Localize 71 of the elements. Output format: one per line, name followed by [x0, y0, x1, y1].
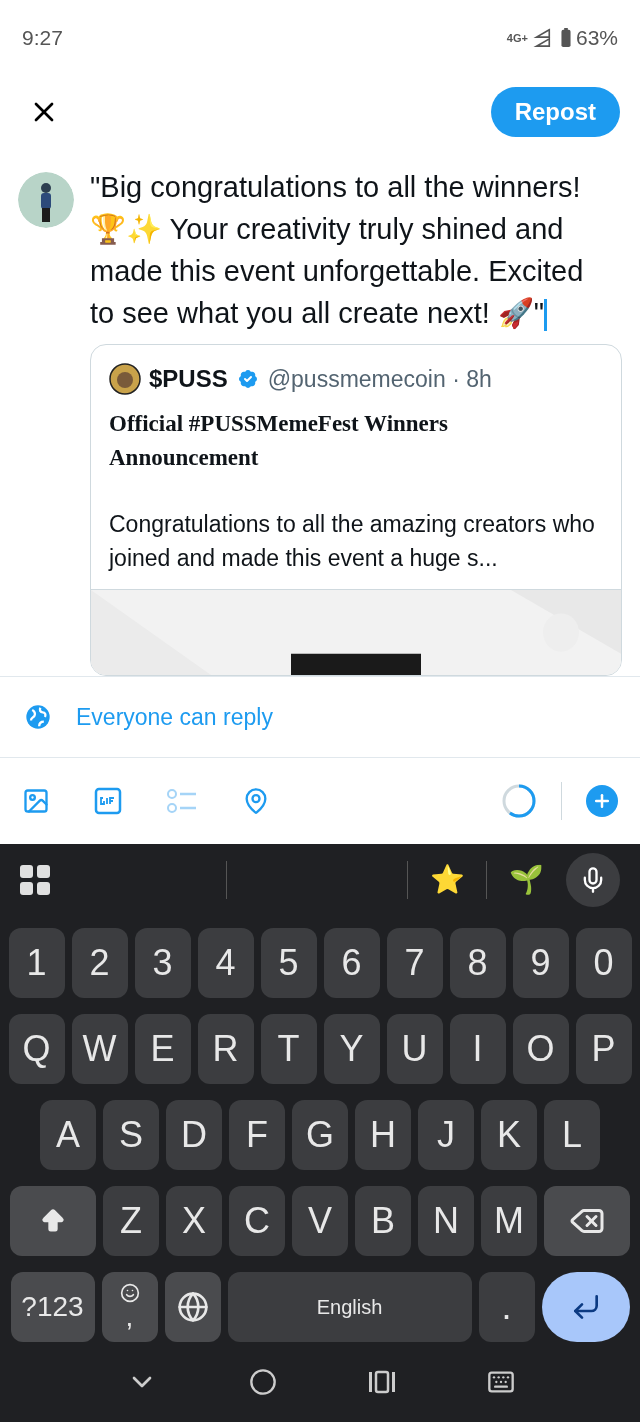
key[interactable]: K: [481, 1100, 537, 1170]
key[interactable]: H: [355, 1100, 411, 1170]
signal-icon: [531, 28, 552, 48]
key[interactable]: 3: [134, 928, 191, 998]
key[interactable]: 5: [260, 928, 317, 998]
key[interactable]: U: [386, 1014, 443, 1084]
key[interactable]: X: [166, 1186, 222, 1256]
user-avatar: [18, 172, 74, 228]
character-counter-icon: [501, 783, 537, 819]
battery-icon: [559, 28, 572, 48]
quoted-name: $PUSS: [149, 364, 228, 394]
key[interactable]: 6: [323, 928, 380, 998]
key[interactable]: A: [40, 1100, 96, 1170]
globe-icon: [176, 1291, 209, 1323]
battery-level: 63%: [575, 25, 618, 52]
key[interactable]: O: [512, 1014, 569, 1084]
language-key[interactable]: [164, 1272, 221, 1342]
key[interactable]: 7: [386, 928, 443, 998]
key[interactable]: 0: [575, 928, 632, 998]
network-type: 4G+: [506, 30, 528, 46]
shift-icon: [39, 1207, 67, 1235]
key[interactable]: Y: [323, 1014, 380, 1084]
quoted-post[interactable]: $PUSS @pussmemecoin · 8h Official #PUSSMemeFest Winners Announcement Congratulations to all the amazing creators who joined and made this event a huge s...: [90, 344, 622, 676]
quoted-handle: @pussmemecoin · 8h: [267, 364, 492, 394]
key[interactable]: 2: [71, 928, 128, 998]
symbols-key[interactable]: ?123: [10, 1272, 95, 1342]
key[interactable]: C: [229, 1186, 285, 1256]
home-icon[interactable]: [248, 1368, 277, 1396]
status-time: 9:27: [22, 25, 63, 52]
apps-grid-icon[interactable]: [20, 865, 50, 895]
key[interactable]: W: [71, 1014, 128, 1084]
key[interactable]: 9: [512, 928, 569, 998]
key[interactable]: Z: [103, 1186, 159, 1256]
key[interactable]: I: [449, 1014, 506, 1084]
emoji-suggestion[interactable]: ⭐: [408, 859, 486, 901]
image-icon[interactable]: [22, 787, 50, 815]
key[interactable]: R: [197, 1014, 254, 1084]
key[interactable]: 1: [8, 928, 65, 998]
key[interactable]: G: [292, 1100, 348, 1170]
add-post-button[interactable]: [586, 785, 618, 817]
key[interactable]: D: [166, 1100, 222, 1170]
key[interactable]: 4: [197, 928, 254, 998]
key[interactable]: N: [418, 1186, 474, 1256]
quoted-body: Congratulations to all the amazing creators who joined and made this event a huge s...: [109, 510, 596, 573]
globe-icon: [24, 703, 52, 731]
gif-icon[interactable]: [94, 787, 122, 815]
key[interactable]: P: [575, 1014, 632, 1084]
key[interactable]: 8: [449, 928, 506, 998]
key[interactable]: Q: [8, 1014, 65, 1084]
key[interactable]: M: [481, 1186, 537, 1256]
key[interactable]: L: [544, 1100, 600, 1170]
emoji-comma-key[interactable]: ,: [101, 1272, 158, 1342]
plus-icon: [592, 791, 612, 811]
key[interactable]: S: [103, 1100, 159, 1170]
key[interactable]: E: [134, 1014, 191, 1084]
key[interactable]: V: [292, 1186, 348, 1256]
key[interactable]: F: [229, 1100, 285, 1170]
key[interactable]: T: [260, 1014, 317, 1084]
key[interactable]: .: [478, 1272, 535, 1342]
space-key[interactable]: English: [227, 1272, 472, 1342]
quoted-avatar: [109, 363, 141, 395]
emoji-suggestion[interactable]: 🌱: [487, 859, 565, 901]
recent-apps-icon[interactable]: [367, 1370, 396, 1394]
key[interactable]: J: [418, 1100, 474, 1170]
key[interactable]: B: [355, 1186, 411, 1256]
quoted-title: Official #PUSSMemeFest Winners Announcement: [109, 410, 449, 472]
microphone-button[interactable]: [566, 853, 620, 907]
post-text[interactable]: "Big congratulations to all the winners! 🏆✨ Your creativity truly shined and made this event unforgettable. Excited to see what you all create next! 🚀": [90, 166, 622, 334]
smiley-icon: [119, 1283, 140, 1303]
shift-key[interactable]: [10, 1186, 96, 1256]
backspace-key[interactable]: [544, 1186, 630, 1256]
